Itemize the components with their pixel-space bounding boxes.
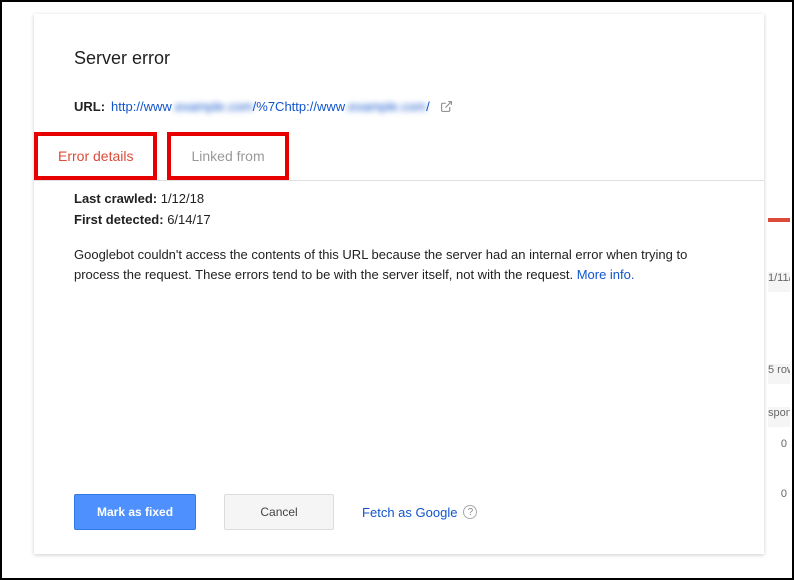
last-crawled-label: Last crawled: — [74, 191, 157, 206]
bg-respons-fragment: spons — [768, 407, 790, 427]
details-section: Last crawled: 1/12/18 First detected: 6/… — [74, 181, 724, 284]
tab-linked-from[interactable]: Linked from — [167, 132, 288, 180]
external-link-icon[interactable] — [440, 100, 453, 113]
fetch-as-google-label: Fetch as Google — [362, 505, 457, 520]
url-part1: http://www — [111, 99, 172, 114]
error-description: Googlebot couldn't access the contents o… — [74, 245, 724, 284]
last-crawled-row: Last crawled: 1/12/18 — [74, 191, 724, 206]
bg-zero-1: 0 — [768, 438, 790, 458]
first-detected-label: First detected: — [74, 212, 164, 227]
url-link[interactable]: http://www.example.com/%7Chttp://www.exa… — [111, 99, 430, 114]
more-info-link[interactable]: More info. — [577, 267, 635, 282]
bg-rows-fragment: 5 rows — [768, 364, 790, 384]
footer-actions: Mark as fixed Cancel Fetch as Google ? — [74, 494, 724, 530]
first-detected-row: First detected: 6/14/17 — [74, 212, 724, 227]
help-icon[interactable]: ? — [463, 505, 477, 519]
tab-error-details[interactable]: Error details — [34, 132, 157, 180]
page-title: Server error — [74, 48, 724, 69]
url-label: URL: — [74, 99, 105, 114]
cancel-button[interactable]: Cancel — [224, 494, 334, 530]
error-detail-panel: Server error URL: http://www.example.com… — [34, 14, 764, 554]
bg-date-fragment: 1/11/1 — [768, 272, 790, 292]
url-part3: / — [426, 99, 430, 114]
mark-as-fixed-button[interactable]: Mark as fixed — [74, 494, 196, 530]
url-blurred1: .example.com — [172, 99, 253, 114]
fetch-as-google-link[interactable]: Fetch as Google ? — [362, 505, 477, 520]
last-crawled-value: 1/12/18 — [161, 191, 204, 206]
first-detected-value: 6/14/17 — [167, 212, 210, 227]
bg-zero-2: 0 — [768, 488, 790, 508]
url-blurred2: .example.com — [345, 99, 426, 114]
tabs: Error details Linked from — [34, 132, 764, 181]
url-part2: /%7Chttp://www — [253, 99, 345, 114]
bg-accent-bar — [768, 218, 790, 222]
url-row: URL: http://www.example.com/%7Chttp://ww… — [74, 99, 724, 114]
